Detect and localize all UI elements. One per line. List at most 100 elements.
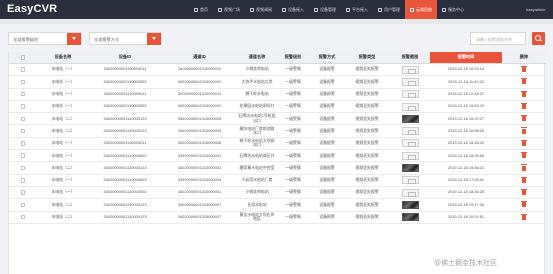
- row-select-cell[interactable]: [9, 175, 37, 186]
- alarm-level-select[interactable]: 全部报警级别: [8, 32, 82, 45]
- image-placeholder-icon[interactable]: [401, 188, 419, 197]
- alarm-snapshot-thumbnail[interactable]: [401, 200, 419, 209]
- app-logo-title[interactable]: EasyCVR: [7, 3, 57, 15]
- alarm-snapshot-thumbnail[interactable]: [401, 114, 419, 123]
- column-header[interactable]: 报警时间: [430, 52, 502, 63]
- alarm-method-select[interactable]: 全部报警方式: [89, 32, 162, 45]
- trash-icon[interactable]: [521, 78, 527, 85]
- column-header[interactable]: 设备ID: [89, 52, 161, 63]
- alarm-snapshot-thumbnail[interactable]: [401, 213, 419, 222]
- chevron-down-icon[interactable]: [147, 33, 161, 45]
- trash-icon[interactable]: [521, 139, 527, 146]
- row-select-cell[interactable]: [9, 76, 37, 87]
- image-placeholder-icon[interactable]: [401, 65, 419, 74]
- table-row[interactable]: 水电站（一） 34020000001130000002 34020000001310…: [9, 187, 546, 200]
- select-all-checkbox[interactable]: [20, 55, 26, 60]
- delete-cell[interactable]: [502, 138, 546, 149]
- column-header[interactable]: 通道名称: [238, 52, 276, 63]
- trash-icon[interactable]: [521, 164, 527, 171]
- delete-cell[interactable]: [502, 175, 546, 186]
- row-select-cell[interactable]: [9, 199, 37, 210]
- row-select-cell[interactable]: [9, 126, 37, 137]
- trash-icon[interactable]: [521, 188, 527, 196]
- row-select-cell[interactable]: [9, 212, 37, 223]
- delete-cell[interactable]: [502, 212, 546, 223]
- table-row[interactable]: 水电站（一） 34020000001130000002 34020000001310…: [9, 76, 546, 89]
- image-placeholder-icon[interactable]: [401, 77, 419, 86]
- row-checkbox[interactable]: [20, 141, 26, 146]
- row-checkbox[interactable]: [20, 153, 26, 158]
- delete-cell[interactable]: [502, 101, 546, 112]
- row-select-cell[interactable]: [9, 113, 37, 124]
- table-row[interactable]: 水电站（一） 34020000001130000002 34020000001310…: [9, 101, 546, 114]
- row-select-cell[interactable]: [9, 101, 37, 112]
- table-row[interactable]: 水电站（一） 34020000001130000011 34020000001310…: [9, 89, 546, 101]
- row-checkbox[interactable]: [20, 178, 26, 183]
- table-row[interactable]: 水电站（一） 34020000001130000002 34020000001310…: [9, 150, 546, 163]
- search-button[interactable]: [532, 32, 545, 45]
- trash-icon[interactable]: [521, 213, 527, 220]
- row-checkbox[interactable]: [20, 79, 26, 85]
- row-select-cell[interactable]: [9, 150, 37, 161]
- chevron-down-icon[interactable]: [67, 33, 81, 45]
- delete-cell[interactable]: [502, 150, 546, 161]
- nav-item-6[interactable]: 用户管理: [373, 0, 405, 19]
- table-row[interactable]: 水电站（二） 34020000001130000123 34020000001310…: [9, 126, 546, 138]
- trash-icon[interactable]: [521, 152, 527, 159]
- delete-cell[interactable]: [502, 187, 546, 198]
- nav-item-0[interactable]: 首页: [189, 0, 213, 19]
- search-input[interactable]: 请输入报警通道名称: [470, 32, 526, 45]
- column-header[interactable]: 报警方式: [310, 52, 344, 63]
- column-header[interactable]: 报警截图: [390, 52, 430, 63]
- row-checkbox[interactable]: [20, 116, 26, 122]
- trash-icon[interactable]: [521, 65, 527, 73]
- row-select-cell[interactable]: [9, 187, 37, 198]
- delete-cell[interactable]: [502, 113, 546, 124]
- row-checkbox[interactable]: [20, 214, 26, 220]
- delete-cell[interactable]: [502, 76, 546, 87]
- nav-item-5[interactable]: 平台接入: [341, 0, 373, 19]
- image-placeholder-icon[interactable]: [401, 102, 419, 111]
- column-header[interactable]: 报警级别: [276, 52, 310, 63]
- table-row[interactable]: 水电站（一） 34020000001130000011 34020000001310…: [9, 64, 546, 77]
- column-header[interactable]: 设备名称: [37, 52, 89, 63]
- trash-icon[interactable]: [521, 102, 527, 110]
- table-row[interactable]: 水电站（二） 34020000001130000123 34020000001310…: [9, 199, 546, 212]
- delete-cell[interactable]: [502, 162, 546, 173]
- nav-item-1[interactable]: 视频广场: [213, 0, 245, 19]
- table-row[interactable]: 水电站（二） 34020000001130000123 34020000001310…: [9, 113, 546, 126]
- image-placeholder-icon[interactable]: [401, 127, 419, 136]
- alarm-snapshot-thumbnail[interactable]: [401, 164, 419, 173]
- column-header[interactable]: 通道ID: [161, 52, 238, 63]
- trash-icon[interactable]: [521, 176, 527, 183]
- row-checkbox[interactable]: [20, 202, 26, 208]
- nav-item-2[interactable]: 视频调阅: [245, 0, 277, 19]
- table-row[interactable]: 水电站（二） 34020000001130000123 34020000001310…: [9, 212, 546, 224]
- image-placeholder-icon[interactable]: [401, 176, 419, 185]
- select-all-cell[interactable]: [9, 52, 37, 63]
- user-menu[interactable]: easyadmin: [526, 7, 545, 12]
- column-header[interactable]: 报警类型: [344, 52, 390, 63]
- trash-icon[interactable]: [521, 115, 527, 122]
- image-placeholder-icon[interactable]: [401, 151, 419, 160]
- nav-item-7[interactable]: 云端回放: [405, 0, 437, 19]
- table-row[interactable]: 水电站（一） 34020000001130000003 34020000001310…: [9, 175, 546, 187]
- delete-cell[interactable]: [502, 199, 546, 210]
- column-header[interactable]: 删除: [502, 52, 546, 63]
- trash-icon[interactable]: [521, 201, 527, 208]
- delete-cell[interactable]: [502, 64, 546, 75]
- row-checkbox[interactable]: [20, 104, 26, 109]
- row-checkbox[interactable]: [20, 67, 26, 72]
- trash-icon[interactable]: [521, 90, 527, 97]
- row-checkbox[interactable]: [20, 128, 26, 134]
- row-checkbox[interactable]: [20, 165, 26, 171]
- delete-cell[interactable]: [502, 89, 546, 100]
- delete-cell[interactable]: [502, 126, 546, 137]
- row-select-cell[interactable]: [9, 64, 37, 75]
- row-select-cell[interactable]: [9, 89, 37, 100]
- row-checkbox[interactable]: [20, 190, 26, 195]
- nav-item-4[interactable]: 设备管理: [309, 0, 341, 19]
- nav-item-8[interactable]: 服务中心: [437, 0, 469, 19]
- table-row[interactable]: 水电站（一） 34020000001130000011 34020000001310…: [9, 138, 546, 151]
- row-select-cell[interactable]: [9, 138, 37, 149]
